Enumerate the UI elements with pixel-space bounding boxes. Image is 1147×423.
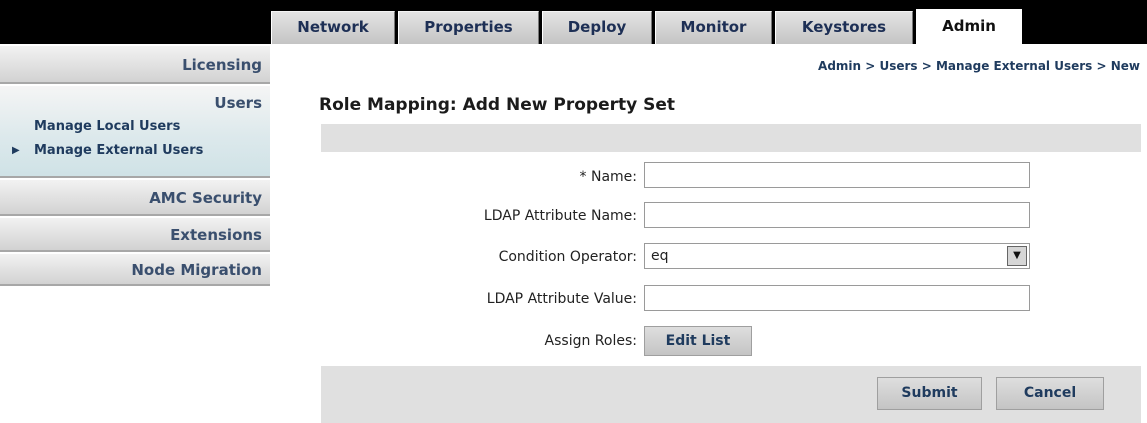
form-footer-bar: Submit Cancel: [321, 366, 1141, 423]
sidebar-item-manage-external-users[interactable]: Manage External Users: [34, 143, 203, 158]
sidebar-item-manage-local-users[interactable]: Manage Local Users: [34, 119, 180, 134]
tab-admin[interactable]: Admin: [916, 9, 1022, 45]
name-field[interactable]: [644, 162, 1030, 188]
dropdown-arrow-icon[interactable]: ▼: [1007, 246, 1027, 266]
tab-network[interactable]: Network: [271, 11, 395, 44]
sidebar-item-node-migration[interactable]: Node Migration: [0, 254, 270, 286]
ldap-attribute-value-label: LDAP Attribute Value:: [486, 291, 637, 307]
submit-button[interactable]: Submit: [877, 377, 982, 410]
ldap-attribute-name-label: LDAP Attribute Name:: [483, 208, 637, 224]
arrow-right-icon: ▶: [12, 145, 20, 156]
sidebar-item-extensions[interactable]: Extensions: [0, 218, 270, 252]
condition-operator-select[interactable]: eq ▼: [644, 243, 1030, 269]
sidebar-section-users: Users Manage Local Users ▶ Manage Extern…: [0, 86, 270, 178]
tab-deploy[interactable]: Deploy: [542, 11, 652, 44]
tab-keystores[interactable]: Keystores: [775, 11, 913, 44]
sidebar-item-licensing[interactable]: Licensing: [0, 46, 270, 84]
page-title: Role Mapping: Add New Property Set: [319, 95, 676, 115]
edit-list-button[interactable]: Edit List: [644, 326, 752, 356]
form-header-bar: [321, 124, 1141, 152]
sidebar-item-amc-security[interactable]: AMC Security: [0, 180, 270, 216]
ldap-attribute-name-field[interactable]: [644, 202, 1030, 228]
cancel-button[interactable]: Cancel: [996, 377, 1104, 410]
breadcrumb: Admin > Users > Manage External Users > …: [818, 59, 1140, 73]
top-navigation-bar: Network Properties Deploy Monitor Keysto…: [0, 0, 1147, 45]
condition-operator-value: eq: [651, 248, 669, 264]
condition-operator-label: Condition Operator:: [498, 249, 637, 265]
tab-monitor[interactable]: Monitor: [655, 11, 772, 44]
ldap-attribute-value-field[interactable]: [644, 285, 1030, 311]
tab-properties[interactable]: Properties: [398, 11, 539, 44]
assign-roles-label: Assign Roles:: [544, 333, 637, 349]
sidebar-item-users[interactable]: Users: [214, 94, 262, 112]
name-label: * Name:: [579, 169, 637, 185]
